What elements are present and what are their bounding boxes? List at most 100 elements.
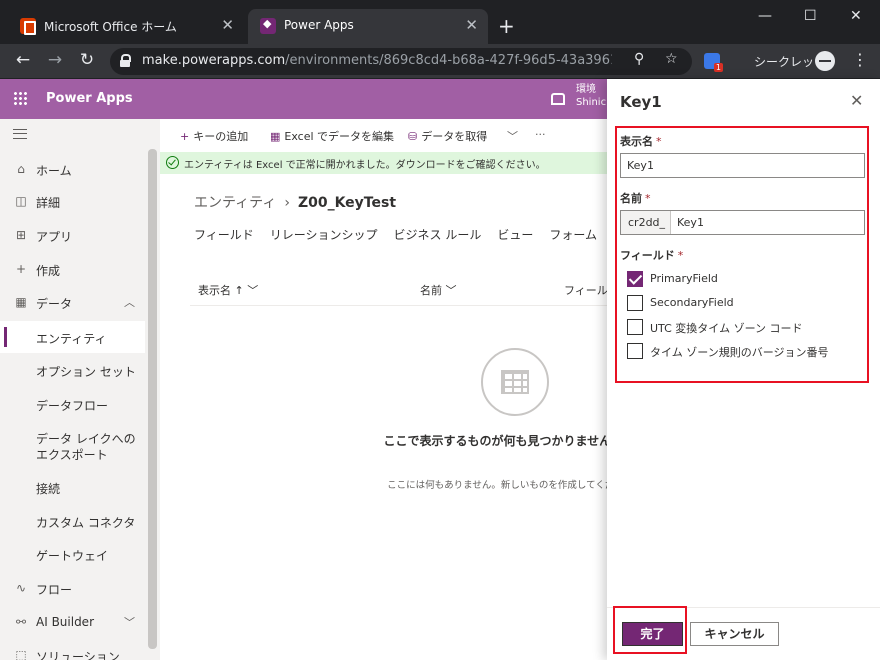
tab-views[interactable]: ビュー xyxy=(497,228,533,242)
nav-item-learn[interactable]: ◫ 詳細 xyxy=(0,185,145,217)
nav-label: データフロー xyxy=(36,399,109,413)
edit-excel-label: Excel でデータを編集 xyxy=(284,130,395,143)
nav-item-solutions[interactable]: ⬚ ソリューション xyxy=(0,639,145,660)
zoom-icon[interactable]: ⚲ xyxy=(634,51,644,67)
nav-item-gateways[interactable]: ゲートウェイ xyxy=(0,538,145,570)
nav-item-custom-connectors[interactable]: カスタム コネクタ xyxy=(0,505,145,537)
name-value: Key1 xyxy=(677,216,704,229)
breadcrumb-entities[interactable]: エンティティ xyxy=(194,195,276,211)
extension-icon[interactable]: 1 xyxy=(704,53,723,72)
nav-item-create[interactable]: + 作成 xyxy=(0,253,145,285)
back-icon[interactable]: ← xyxy=(12,50,34,70)
browser-tab-strip: Microsoft Office ホーム ✕ Power Apps ✕ + — … xyxy=(0,0,880,44)
flow-icon: ∿ xyxy=(15,581,27,595)
environment-info[interactable]: 環境 Shinic xyxy=(576,83,606,109)
checkbox-label: SecondaryField xyxy=(650,296,734,309)
reload-icon[interactable]: ↻ xyxy=(76,50,98,70)
get-data-button[interactable]: ⛁ データを取得 xyxy=(408,128,487,144)
nav-label: データ レイクへのエクスポート xyxy=(36,432,136,462)
tab-fields[interactable]: フィールド xyxy=(194,228,254,242)
header-divider xyxy=(190,305,607,306)
name-input[interactable]: cr2dd_ Key1 xyxy=(620,210,865,235)
done-button[interactable]: 完了 xyxy=(622,622,683,646)
nav-item-ai-builder[interactable]: ⚯ AI Builder ﹀ xyxy=(0,606,145,638)
column-header-display-name[interactable]: 表示名 ↑ ﹀ xyxy=(198,282,258,298)
nav-item-apps[interactable]: ⊞ アプリ xyxy=(0,219,145,251)
empty-table-icon xyxy=(481,348,549,416)
nav-label: 作成 xyxy=(36,264,61,278)
nav-label: ホーム xyxy=(36,164,72,178)
entity-tabs: フィールド リレーションシップ ビジネス ルール ビュー フォーム xyxy=(194,226,613,243)
nav-label: ソリューション xyxy=(36,650,120,660)
tab-power-apps[interactable]: Power Apps ✕ xyxy=(248,9,488,44)
forward-icon[interactable]: → xyxy=(44,50,66,70)
success-message: エンティティは Excel で正常に開かれました。ダウンロードをご確認ください。 xyxy=(184,160,546,171)
new-tab-icon[interactable]: + xyxy=(498,14,515,38)
close-icon[interactable]: ✕ xyxy=(850,91,863,110)
add-key-button[interactable]: + キーの追加 xyxy=(180,128,248,144)
tab-relationships[interactable]: リレーションシップ xyxy=(270,228,378,242)
edit-excel-button[interactable]: ▦ Excel でデータを編集 xyxy=(270,128,394,144)
display-name-input[interactable]: Key1 xyxy=(620,153,865,178)
nav-item-export-data-lake[interactable]: データ レイクへのエクスポート xyxy=(0,425,145,469)
checkbox-icon[interactable] xyxy=(627,295,643,311)
add-key-label: キーの追加 xyxy=(193,130,249,143)
checkbox-icon[interactable] xyxy=(627,319,643,335)
column-header-name[interactable]: 名前 ﹀ xyxy=(420,282,457,298)
star-icon[interactable]: ☆ xyxy=(665,51,678,67)
app-name[interactable]: Power Apps xyxy=(46,91,133,106)
left-navigation: ⌂ ホーム ◫ 詳細 ⊞ アプリ + 作成 ▦ データ ︿ エンティティ オプシ… xyxy=(0,119,160,660)
office-icon xyxy=(20,18,36,35)
nav-item-dataflows[interactable]: データフロー xyxy=(0,388,145,420)
hamburger-icon[interactable] xyxy=(13,129,27,139)
nav-item-option-sets[interactable]: オプション セット xyxy=(0,354,145,386)
get-data-label: データを取得 xyxy=(421,130,488,143)
close-icon[interactable]: ✕ xyxy=(465,16,478,34)
plus-icon: + xyxy=(180,130,190,143)
chevron-right-icon: › xyxy=(284,195,290,211)
cancel-button[interactable]: キャンセル xyxy=(690,622,779,646)
waffle-icon[interactable] xyxy=(13,91,27,105)
name-label: 名前 * xyxy=(620,192,651,205)
command-bar: + キーの追加 ▦ Excel でデータを編集 ⛁ データを取得 ﹀ ··· xyxy=(160,119,607,151)
nav-label: 詳細 xyxy=(36,196,61,210)
chevron-up-icon[interactable]: ︿ xyxy=(124,294,135,310)
nav-label: アプリ xyxy=(36,230,73,244)
nav-label: カスタム コネクタ xyxy=(36,516,136,530)
maximize-icon[interactable]: ☐ xyxy=(804,8,817,24)
incognito-icon[interactable] xyxy=(815,51,835,71)
chevron-down-icon[interactable]: ﹀ xyxy=(507,128,518,144)
tab-forms[interactable]: フォーム xyxy=(549,228,597,242)
lock-icon[interactable] xyxy=(120,54,131,67)
nav-item-connections[interactable]: 接続 xyxy=(0,471,145,503)
nav-item-home[interactable]: ⌂ ホーム xyxy=(0,153,145,185)
nav-label: オプション セット xyxy=(36,365,136,379)
nav-item-flows[interactable]: ∿ フロー xyxy=(0,572,145,604)
chevron-down-icon: ﹀ xyxy=(247,284,259,297)
environment-label: 環境 xyxy=(576,84,596,95)
check-circle-icon xyxy=(166,156,179,169)
nav-item-data[interactable]: ▦ データ ︿ xyxy=(0,286,145,318)
window-close-icon[interactable]: ✕ xyxy=(850,8,862,24)
tab-business-rules[interactable]: ビジネス ルール xyxy=(394,228,482,242)
column-header-fields[interactable]: フィール xyxy=(564,282,608,298)
column-label: 名前 xyxy=(420,284,442,297)
browser-menu-icon[interactable]: ⋮ xyxy=(852,50,868,69)
checkbox-checked-icon[interactable] xyxy=(627,271,643,287)
key-panel: Key1 ✕ 表示名 * Key1 名前 * cr2dd_ Key1 フィールド * … xyxy=(607,79,880,660)
fields-label: フィールド * xyxy=(620,249,684,262)
environment-icon[interactable] xyxy=(551,93,565,105)
nav-label: 接続 xyxy=(36,482,61,496)
nav-scrollbar[interactable] xyxy=(145,119,160,660)
checkbox-label: タイム ゾーン規則のバージョン番号 xyxy=(650,346,829,359)
nav-item-entities[interactable]: エンティティ xyxy=(0,321,145,353)
chevron-down-icon[interactable]: ﹀ xyxy=(124,614,135,630)
checkbox-icon[interactable] xyxy=(627,343,643,359)
nav-label: フロー xyxy=(36,583,73,597)
tab-office-home[interactable]: Microsoft Office ホーム ✕ xyxy=(8,9,244,44)
more-options-button[interactable]: ··· xyxy=(535,128,546,141)
browser-toolbar: ← → ↻ make.powerapps.com/environments/86… xyxy=(0,44,880,79)
address-bar[interactable]: make.powerapps.com/environments/869c8cd4… xyxy=(110,48,692,75)
close-icon[interactable]: ✕ xyxy=(221,16,234,34)
minimize-icon[interactable]: — xyxy=(758,8,772,24)
